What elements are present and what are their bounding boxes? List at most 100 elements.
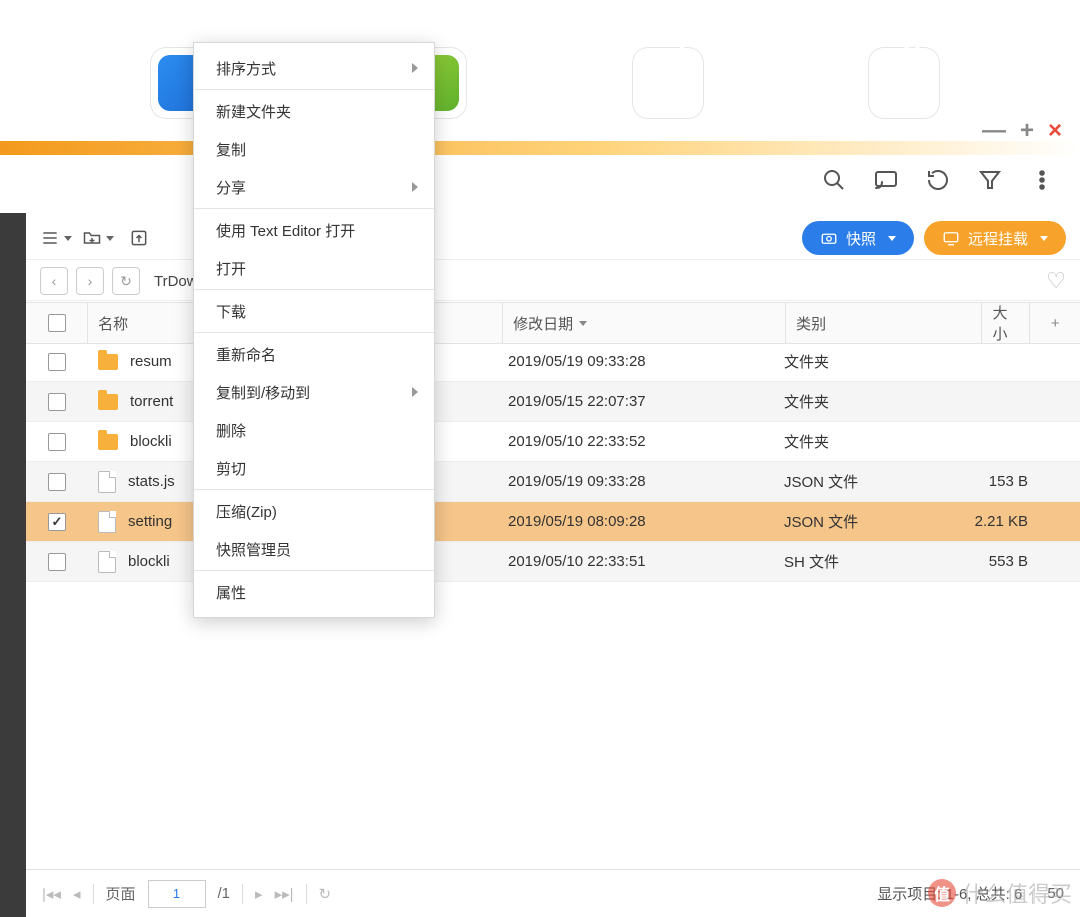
table-row[interactable]: torrent2019/05/15 22:07:37文件夹 bbox=[26, 382, 1080, 422]
column-date[interactable]: 修改日期 bbox=[502, 303, 785, 343]
file-size: 553 B bbox=[962, 553, 1080, 570]
file-size: 153 B bbox=[962, 473, 1080, 490]
context-menu-item[interactable]: 下载 bbox=[194, 292, 434, 330]
select-all-checkbox[interactable] bbox=[48, 314, 66, 332]
new-folder-button[interactable] bbox=[82, 223, 114, 253]
breadcrumb[interactable]: TrDow bbox=[154, 273, 198, 290]
file-name: blockli bbox=[128, 553, 170, 570]
context-menu-separator bbox=[194, 289, 434, 290]
context-menu-item[interactable]: 快照管理员 bbox=[194, 530, 434, 568]
upload-button[interactable] bbox=[124, 223, 154, 253]
pager-page-input[interactable] bbox=[148, 880, 206, 908]
row-checkbox[interactable] bbox=[48, 553, 66, 571]
row-checkbox[interactable] bbox=[48, 473, 66, 491]
context-menu-item[interactable]: 排序方式 bbox=[194, 49, 434, 87]
context-menu-item[interactable]: 重新命名 bbox=[194, 335, 434, 373]
remote-mount-button[interactable]: 远程挂载 bbox=[924, 221, 1066, 255]
context-menu-item[interactable]: 打开 bbox=[194, 249, 434, 287]
table-header: 名称 修改日期 类别 大小 + bbox=[26, 302, 1080, 344]
file-type: 文件夹 bbox=[774, 391, 962, 412]
context-menu-item[interactable]: 压缩(Zip) bbox=[194, 492, 434, 530]
folder-icon bbox=[98, 354, 118, 370]
pager-next[interactable]: ▸ bbox=[255, 885, 263, 903]
snapshot-button[interactable]: 快照 bbox=[802, 221, 914, 255]
table-row[interactable]: stats.js 2019/05/19 09:33:28JSON 文件153 B bbox=[26, 462, 1080, 502]
file-icon bbox=[98, 511, 116, 533]
file-name: torrent bbox=[130, 393, 173, 410]
file-type: JSON 文件 bbox=[774, 511, 962, 532]
row-checkbox[interactable] bbox=[48, 433, 66, 451]
column-size[interactable]: 大小 bbox=[981, 303, 1029, 343]
file-name: stats.js bbox=[128, 473, 175, 490]
context-menu-separator bbox=[194, 489, 434, 490]
context-menu-item[interactable]: 属性 bbox=[194, 573, 434, 611]
file-date: 2019/05/10 22:33:51 bbox=[498, 553, 774, 570]
table-row[interactable]: resum2019/05/19 09:33:28文件夹 bbox=[26, 342, 1080, 382]
nav-reload[interactable]: ↻ bbox=[112, 267, 140, 295]
pager-total: /1 bbox=[218, 885, 231, 902]
column-add[interactable]: + bbox=[1029, 303, 1080, 343]
context-menu-item[interactable]: 分享 bbox=[194, 168, 434, 206]
folder-icon bbox=[98, 434, 118, 450]
file-name: setting bbox=[128, 513, 172, 530]
table-row[interactable]: blockli 2019/05/10 22:33:52文件夹 bbox=[26, 422, 1080, 462]
file-name: blockli bbox=[130, 433, 172, 450]
search-icon[interactable] bbox=[822, 168, 846, 196]
toolbar: 快照 远程挂载 bbox=[26, 217, 1080, 260]
sidebar bbox=[0, 213, 26, 917]
column-type[interactable]: 类别 bbox=[785, 303, 981, 343]
pager-first[interactable]: |◂◂ bbox=[42, 885, 61, 903]
context-menu-separator bbox=[194, 332, 434, 333]
file-type: SH 文件 bbox=[774, 551, 962, 572]
gradient-bar bbox=[0, 141, 1080, 155]
sort-indicator-icon bbox=[579, 321, 587, 326]
context-menu-separator bbox=[194, 89, 434, 90]
favorite-icon[interactable]: ♡ bbox=[1046, 268, 1066, 294]
file-date: 2019/05/19 09:33:28 bbox=[498, 353, 774, 370]
cast-icon[interactable] bbox=[874, 168, 898, 196]
pager-last[interactable]: ▸▸| bbox=[275, 885, 294, 903]
filter-icon[interactable] bbox=[978, 168, 1002, 196]
pager-prev[interactable]: ◂ bbox=[73, 885, 81, 903]
file-size: 2.21 KB bbox=[962, 513, 1080, 530]
context-menu-item[interactable]: 删除 bbox=[194, 411, 434, 449]
context-menu-item[interactable]: 新建文件夹 bbox=[194, 92, 434, 130]
context-menu-separator bbox=[194, 570, 434, 571]
context-menu-item[interactable]: 剪切 bbox=[194, 449, 434, 487]
file-date: 2019/05/10 22:33:52 bbox=[498, 433, 774, 450]
snapshot-label: 快照 bbox=[846, 228, 876, 249]
watermark: 值 什么值得买 bbox=[928, 877, 1072, 909]
table-row[interactable]: setting 2019/05/19 08:09:28JSON 文件2.21 KB bbox=[26, 502, 1080, 542]
nav-back[interactable]: ‹ bbox=[40, 267, 68, 295]
window-minimize[interactable]: — bbox=[982, 119, 1006, 143]
file-type: JSON 文件 bbox=[774, 471, 962, 492]
pager-refresh[interactable]: ↻ bbox=[319, 885, 332, 903]
file-name: resum bbox=[130, 353, 172, 370]
list-view-button[interactable] bbox=[40, 223, 72, 253]
folder-icon bbox=[98, 394, 118, 410]
window-maximize[interactable]: + bbox=[1020, 119, 1034, 143]
file-icon bbox=[98, 551, 116, 573]
file-date: 2019/05/19 08:09:28 bbox=[498, 513, 774, 530]
file-list: resum2019/05/19 09:33:28文件夹torrent2019/0… bbox=[26, 342, 1080, 582]
context-menu-item[interactable]: 使用 Text Editor 打开 bbox=[194, 211, 434, 249]
refresh-icon[interactable] bbox=[926, 168, 950, 196]
table-row[interactable]: blockli 2019/05/10 22:33:51SH 文件553 B bbox=[26, 542, 1080, 582]
row-checkbox[interactable] bbox=[48, 513, 66, 531]
row-checkbox[interactable] bbox=[48, 393, 66, 411]
pager-page-label: 页面 bbox=[106, 883, 136, 904]
pathbar: ‹ › ↻ TrDow ♡ bbox=[26, 262, 1080, 301]
window-close[interactable]: × bbox=[1048, 119, 1062, 143]
watermark-logo-icon: 值 bbox=[928, 879, 956, 907]
dock-app-help[interactable] bbox=[632, 47, 704, 119]
context-menu-item[interactable]: 复制 bbox=[194, 130, 434, 168]
file-type: 文件夹 bbox=[774, 431, 962, 452]
pager: |◂◂ ◂ 页面 /1 ▸ ▸▸| ↻ 显示项目: 1-6, 总共: 6 50 bbox=[26, 869, 1080, 917]
context-menu-item[interactable]: 复制到/移动到 bbox=[194, 373, 434, 411]
file-date: 2019/05/19 09:33:28 bbox=[498, 473, 774, 490]
row-checkbox[interactable] bbox=[48, 353, 66, 371]
more-icon[interactable] bbox=[1030, 168, 1054, 196]
context-menu: 排序方式新建文件夹复制分享使用 Text Editor 打开打开下载重新命名复制… bbox=[193, 42, 435, 618]
nav-forward[interactable]: › bbox=[76, 267, 104, 295]
dock-app-3[interactable] bbox=[868, 47, 940, 119]
